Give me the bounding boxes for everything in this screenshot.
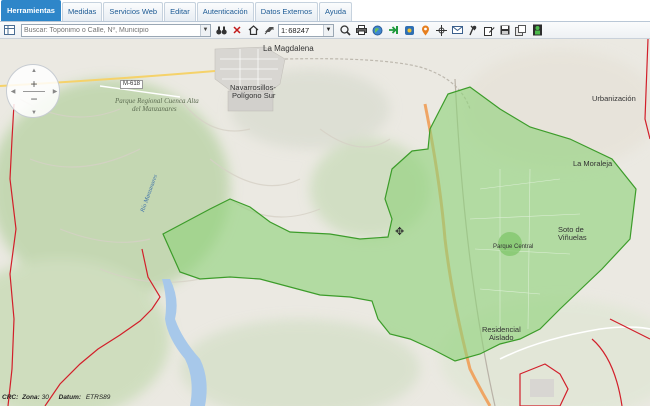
zoom-icon[interactable] [338, 23, 352, 37]
road-m618-label: M-618 [120, 80, 144, 89]
import-icon[interactable] [386, 23, 400, 37]
layers-icon[interactable] [262, 23, 276, 37]
map-navigation-control: ▲ ▼ ◀ ▶ + − [6, 64, 60, 118]
export-icon[interactable] [514, 23, 528, 37]
datum-label: Datum: [58, 394, 82, 401]
zona-value: 30 [41, 394, 49, 401]
scale-selector[interactable]: 1: 68247 ▼ [278, 23, 334, 37]
route-icon[interactable] [402, 23, 416, 37]
place-residencial-2: Aislado [489, 333, 514, 342]
pan-left-icon[interactable]: ◀ [9, 88, 17, 96]
tab-datos-externos[interactable]: Datos Externos [254, 2, 319, 21]
datum-value: ETRS89 [85, 394, 111, 401]
tab-bar: Herramientas Medidas Servicios Web Edita… [0, 0, 650, 22]
binoculars-icon[interactable] [214, 23, 228, 37]
edit-icon[interactable] [482, 23, 496, 37]
place-urbanizacion: Urbanización [592, 94, 636, 103]
tab-herramientas[interactable]: Herramientas [1, 0, 61, 21]
crosshair-cursor-icon: ✥ [395, 226, 405, 238]
zoom-out-button[interactable]: − [24, 93, 44, 105]
location-pin-icon[interactable] [418, 23, 432, 37]
mail-icon[interactable] [450, 23, 464, 37]
coordinates-icon[interactable] [434, 23, 448, 37]
home-icon[interactable] [246, 23, 260, 37]
pan-up-icon[interactable]: ▲ [30, 67, 38, 75]
clear-search-icon[interactable]: ✕ [230, 23, 244, 37]
search-input[interactable] [22, 26, 197, 34]
pan-down-icon[interactable]: ▼ [30, 109, 38, 117]
pan-right-icon[interactable]: ▶ [51, 88, 59, 96]
park-label-1: Parque Regional Cuenca Alta [115, 97, 199, 105]
place-navarrosillos-2: Polígono Sur [232, 91, 276, 100]
park-label-2: del Manzanares [132, 105, 177, 113]
tab-autenticacion[interactable]: Autenticación [196, 2, 254, 21]
zona-label: Zona: [22, 394, 40, 401]
globe-icon[interactable] [370, 23, 384, 37]
place-la-moraleja: La Moraleja [573, 159, 613, 168]
tab-ayuda[interactable]: Ayuda [319, 2, 353, 21]
map-layer [0, 39, 650, 406]
place-parque-central: Parque Central [493, 244, 534, 250]
place-la-magdalena: La Magdalena [263, 44, 314, 53]
scale-prefix: 1: [281, 25, 288, 35]
tab-editar[interactable]: Editar [164, 2, 196, 21]
map-canvas[interactable]: La Magdalena Navarrosillos- Polígono Sur… [0, 39, 650, 406]
zoom-in-button[interactable]: + [24, 78, 44, 90]
scale-value[interactable]: 68247 [288, 26, 309, 35]
table-icon[interactable] [2, 23, 16, 37]
place-soto-2: Viñuelas [558, 233, 587, 242]
save-icon[interactable] [498, 23, 512, 37]
search-field[interactable]: ▼ [21, 23, 211, 37]
search-dropdown-icon[interactable]: ▼ [200, 24, 210, 36]
scale-dropdown-icon[interactable]: ▼ [323, 24, 333, 36]
tab-medidas[interactable]: Medidas [61, 2, 103, 21]
coordinate-status: CRC: Zona: 30 Datum: ETRS89 [0, 394, 650, 406]
toolbar: ▼ ✕ 1: 68247 ▼ [0, 22, 650, 39]
pin-icon[interactable] [466, 23, 480, 37]
tab-servicios-web[interactable]: Servicios Web [103, 2, 164, 21]
crs-label: CRC: [2, 394, 19, 401]
user-icon[interactable] [530, 23, 544, 37]
print-icon[interactable] [354, 23, 368, 37]
